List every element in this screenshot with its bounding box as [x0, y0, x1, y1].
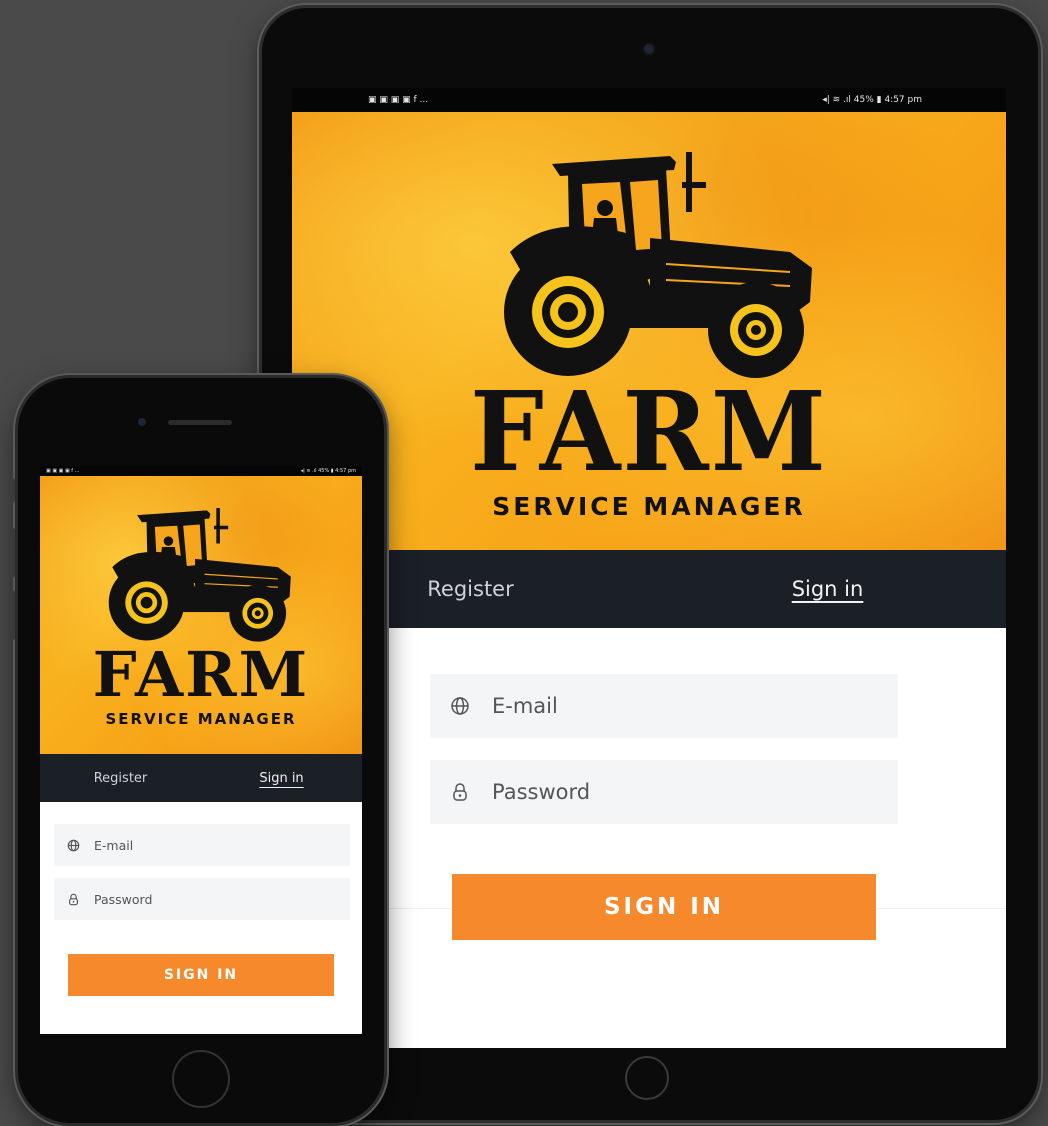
- email-placeholder: E-mail: [94, 837, 134, 853]
- tab-register[interactable]: Register: [40, 771, 201, 786]
- signin-button[interactable]: SIGN IN: [452, 874, 876, 940]
- phone-device: ▣ ▣ ▣ ▣ f ... ◂| ≋ .ıl 45% ▮ 4:57 pm FAR…: [11, 378, 384, 1123]
- volume-up-button: [11, 528, 15, 578]
- status-right-text: ◂| ≋ .ıl 45% ▮ 4:57 pm: [300, 468, 356, 474]
- lock-icon: [450, 782, 470, 802]
- status-bar: ▣ ▣ ▣ ▣ f ... ◂| ≋ .ıl 45% ▮ 4:57 pm: [292, 88, 1006, 112]
- status-bar: ▣ ▣ ▣ ▣ f ... ◂| ≋ .ıl 45% ▮ 4:57 pm: [40, 466, 362, 476]
- email-placeholder: E-mail: [492, 694, 558, 718]
- mute-switch: [11, 478, 15, 502]
- globe-icon: [450, 696, 470, 716]
- brand-title: FARM: [92, 638, 310, 711]
- brand-subtitle: SERVICE MANAGER: [492, 492, 806, 521]
- lock-icon: [67, 893, 80, 906]
- tab-signin[interactable]: Sign in: [649, 577, 1006, 601]
- globe-icon: [67, 839, 80, 852]
- hero-banner: FARM SERVICE MANAGER: [40, 476, 362, 754]
- password-placeholder: Password: [492, 780, 591, 804]
- email-field[interactable]: E-mail: [430, 674, 898, 738]
- status-right-text: ◂| ≋ .ıl 45% ▮ 4:57 pm: [822, 95, 922, 105]
- tractor-logo-icon: [490, 152, 820, 382]
- earpiece-speaker: [168, 420, 232, 425]
- signin-form: E-mail Password SIGN IN: [40, 802, 362, 1034]
- status-left-icons: ▣ ▣ ▣ ▣ f ...: [368, 95, 429, 105]
- signin-button[interactable]: SIGN IN: [68, 954, 334, 996]
- home-button[interactable]: [172, 1050, 230, 1108]
- password-field[interactable]: Password: [430, 760, 898, 824]
- password-placeholder: Password: [94, 891, 153, 907]
- auth-tabs: Register Sign in: [292, 550, 1006, 628]
- front-camera: [138, 418, 146, 426]
- status-left-icons: ▣ ▣ ▣ ▣ f ...: [46, 468, 80, 474]
- signin-form: E-mail Password SIGN IN: [292, 628, 1006, 1048]
- brand-title: FARM: [470, 366, 828, 497]
- brand-subtitle: SERVICE MANAGER: [105, 710, 297, 728]
- home-button[interactable]: [625, 1056, 669, 1100]
- volume-down-button: [11, 590, 15, 640]
- hero-banner: FARM SERVICE MANAGER: [292, 112, 1006, 550]
- front-camera: [644, 44, 654, 54]
- password-field[interactable]: Password: [54, 878, 350, 920]
- auth-tabs: Register Sign in: [40, 754, 362, 802]
- phone-screen: ▣ ▣ ▣ ▣ f ... ◂| ≋ .ıl 45% ▮ 4:57 pm FAR…: [40, 466, 362, 1034]
- tablet-screen: ▣ ▣ ▣ ▣ f ... ◂| ≋ .ıl 45% ▮ 4:57 pm FAR…: [292, 88, 1006, 1048]
- tractor-logo-icon: [100, 508, 296, 644]
- email-field[interactable]: E-mail: [54, 824, 350, 866]
- tab-signin[interactable]: Sign in: [201, 771, 362, 786]
